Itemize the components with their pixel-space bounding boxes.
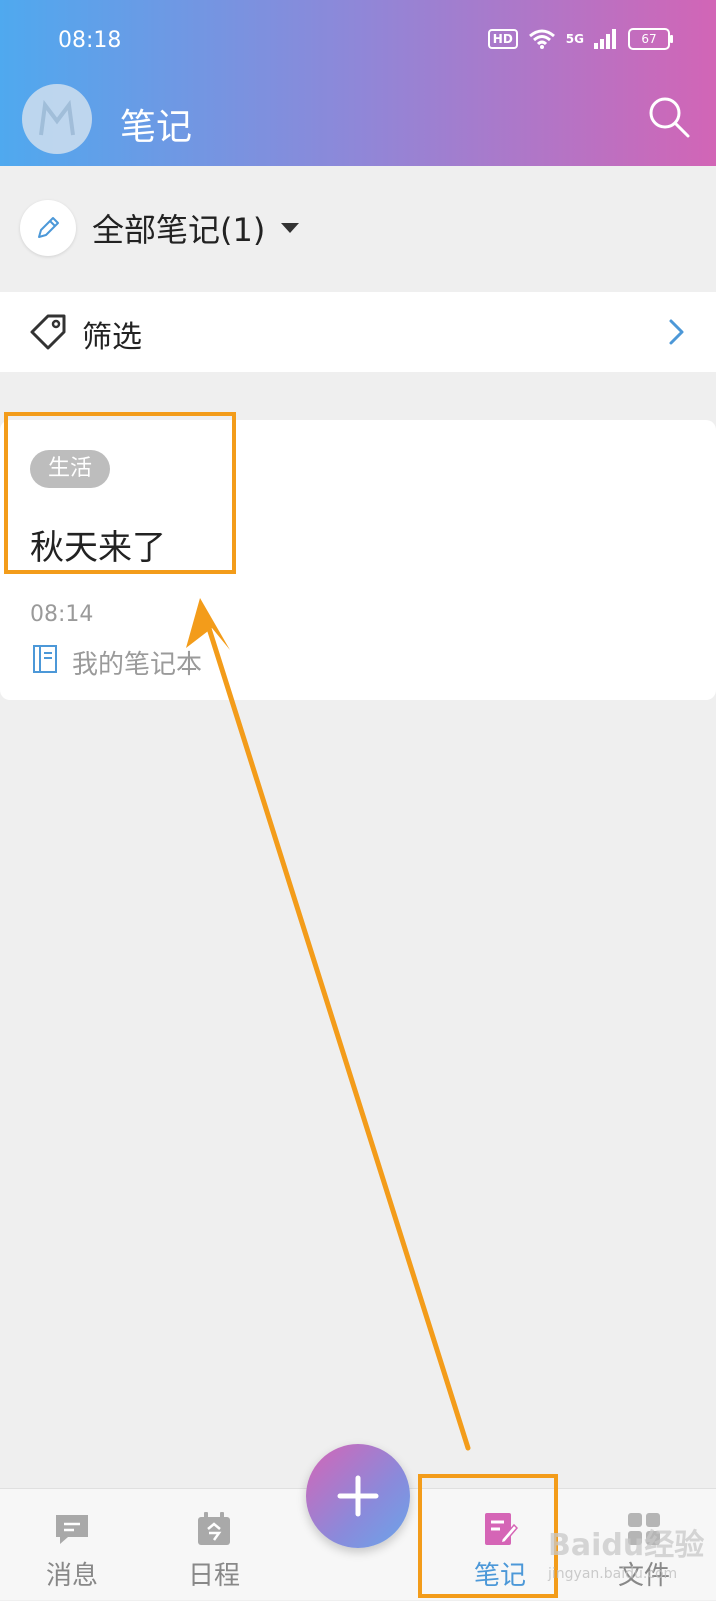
nav-label-messages: 消息 xyxy=(45,1561,98,1591)
battery-icon: 67 xyxy=(628,28,673,50)
note-notebook-name: 我的笔记本 xyxy=(72,650,203,680)
notebook-icon xyxy=(33,645,57,673)
status-time: 08:18 xyxy=(58,28,122,53)
network-label: 5G xyxy=(565,32,584,46)
search-icon[interactable] xyxy=(646,94,692,140)
calendar-icon xyxy=(198,1512,230,1545)
notebook-selector[interactable]: 全部笔记(1) xyxy=(20,198,300,258)
highlight-box-nav xyxy=(418,1474,558,1598)
add-note-button[interactable] xyxy=(306,1444,410,1548)
notebook-selector-label: 全部笔记(1) xyxy=(92,211,266,249)
chevron-right-icon xyxy=(669,319,684,345)
watermark: Baidu经验 xyxy=(548,1528,705,1563)
pencil-icon xyxy=(20,200,76,256)
avatar-icon xyxy=(39,99,75,136)
nav-item-schedule[interactable]: 日程 xyxy=(154,1489,274,1601)
plus-icon xyxy=(337,1475,379,1517)
nav-label-schedule: 日程 xyxy=(187,1561,240,1591)
avatar[interactable] xyxy=(22,84,92,154)
caret-down-icon xyxy=(281,223,300,233)
message-icon xyxy=(56,1515,88,1544)
wifi-icon xyxy=(528,29,555,49)
page-title: 笔记 xyxy=(120,107,193,148)
hd-badge: HD xyxy=(487,29,518,49)
filter-label: 筛选 xyxy=(82,320,142,355)
nav-item-messages[interactable]: 消息 xyxy=(12,1489,132,1601)
highlight-box-note xyxy=(4,412,236,574)
note-time: 08:14 xyxy=(30,602,94,627)
watermark-url: jingyan.baidu.com xyxy=(548,1566,678,1582)
app-header: 08:18 HD 5G 67 笔记 xyxy=(0,0,716,166)
status-icons: HD 5G 67 xyxy=(487,28,673,50)
tag-icon xyxy=(30,314,66,350)
signal-icon xyxy=(594,29,616,49)
filter-row[interactable]: 筛选 xyxy=(0,292,716,372)
